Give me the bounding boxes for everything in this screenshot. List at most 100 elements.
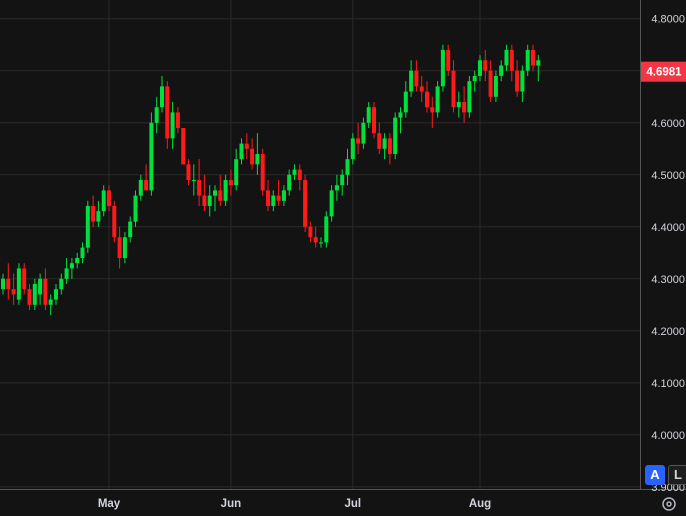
candle-body <box>504 49 509 66</box>
candle <box>319 237 323 248</box>
auto-scale-button[interactable]: A <box>645 465 665 485</box>
candle <box>276 180 281 206</box>
candle-body <box>80 247 85 258</box>
candle <box>32 278 37 310</box>
candle <box>462 86 467 123</box>
candle-body <box>308 226 313 238</box>
candle-body <box>467 81 472 113</box>
candle <box>520 65 525 102</box>
candle <box>69 258 74 279</box>
last-price-label: 4.6981 <box>641 61 686 82</box>
candle-body <box>345 159 350 175</box>
candle-body <box>334 185 339 191</box>
candle <box>165 81 170 149</box>
candle-body <box>483 60 488 71</box>
candle <box>446 44 451 76</box>
candle-body <box>340 174 345 186</box>
candle-body <box>149 122 154 191</box>
x-tick-label: Jun <box>221 498 241 510</box>
candle <box>85 200 90 253</box>
candle <box>218 174 223 206</box>
candle-body <box>536 60 541 66</box>
candle <box>260 148 265 196</box>
candle <box>425 81 429 113</box>
candle <box>244 133 249 160</box>
candle-body <box>128 221 133 238</box>
candle <box>329 185 334 222</box>
candle <box>22 263 27 295</box>
candle <box>154 96 159 134</box>
candle <box>324 211 329 248</box>
candle <box>149 112 154 196</box>
candle <box>181 128 186 165</box>
candle-body <box>197 180 202 196</box>
candle <box>1 273 5 295</box>
candle-body <box>27 289 32 305</box>
candle <box>377 122 382 154</box>
candle-body <box>250 148 255 165</box>
candle-body <box>319 242 323 244</box>
y-tick-label: 4.4000 <box>651 222 685 234</box>
candle <box>160 76 164 113</box>
candle-body <box>525 49 530 71</box>
x-tick-label: Jul <box>344 498 361 510</box>
candle-body <box>11 289 16 295</box>
log-scale-button[interactable]: L <box>668 465 686 485</box>
candle <box>271 190 276 212</box>
candle <box>483 49 488 82</box>
candle-body <box>101 190 106 212</box>
candle-body <box>117 237 122 258</box>
y-tick-label: 4.6000 <box>651 118 685 130</box>
candle-body <box>377 133 382 149</box>
candle <box>419 76 424 102</box>
candle-body <box>260 154 265 191</box>
candle <box>303 174 308 232</box>
candle-body <box>472 76 477 82</box>
candle-body <box>54 289 58 300</box>
candlestick-chart[interactable]: 4.80004.70004.60004.50004.40004.30004.20… <box>0 0 686 516</box>
candle-body <box>403 91 408 113</box>
candle <box>48 294 53 316</box>
candle <box>11 273 16 305</box>
candle <box>525 44 530 76</box>
price-axis[interactable]: 4.80004.70004.60004.50004.40004.30004.20… <box>651 14 685 494</box>
candle-body <box>138 180 143 196</box>
candle <box>308 221 313 243</box>
candle-body <box>430 107 435 113</box>
candle-body <box>1 278 5 290</box>
candle <box>536 55 541 82</box>
settings-button[interactable] <box>658 493 680 515</box>
candle-body <box>186 164 191 180</box>
candle <box>393 112 398 160</box>
candle <box>440 44 445 92</box>
candle <box>297 164 302 191</box>
candle-body <box>271 195 276 206</box>
candle <box>107 185 111 212</box>
candle <box>239 138 244 165</box>
candle-body <box>281 190 286 201</box>
candle <box>387 133 392 165</box>
candle-body <box>440 49 445 87</box>
candle <box>414 60 419 92</box>
candle-body <box>154 107 159 123</box>
candle-body <box>181 128 186 165</box>
candle-body <box>419 86 424 92</box>
candle <box>292 164 297 180</box>
candle-body <box>255 154 260 165</box>
candle <box>266 180 270 212</box>
candle-body <box>361 122 366 144</box>
candle-body <box>234 159 239 186</box>
candle <box>112 200 117 243</box>
candle <box>493 70 498 102</box>
y-tick-label: 4.0000 <box>651 430 685 442</box>
candle <box>504 44 509 71</box>
candle-body <box>144 180 149 191</box>
candle <box>138 174 143 201</box>
candle-body <box>493 76 498 97</box>
candle <box>398 107 403 134</box>
candle <box>345 148 350 186</box>
candle-body <box>266 190 270 206</box>
candle-body <box>122 237 127 258</box>
time-axis[interactable]: May Jun Jul Aug <box>98 498 491 510</box>
candle-body <box>59 278 64 290</box>
